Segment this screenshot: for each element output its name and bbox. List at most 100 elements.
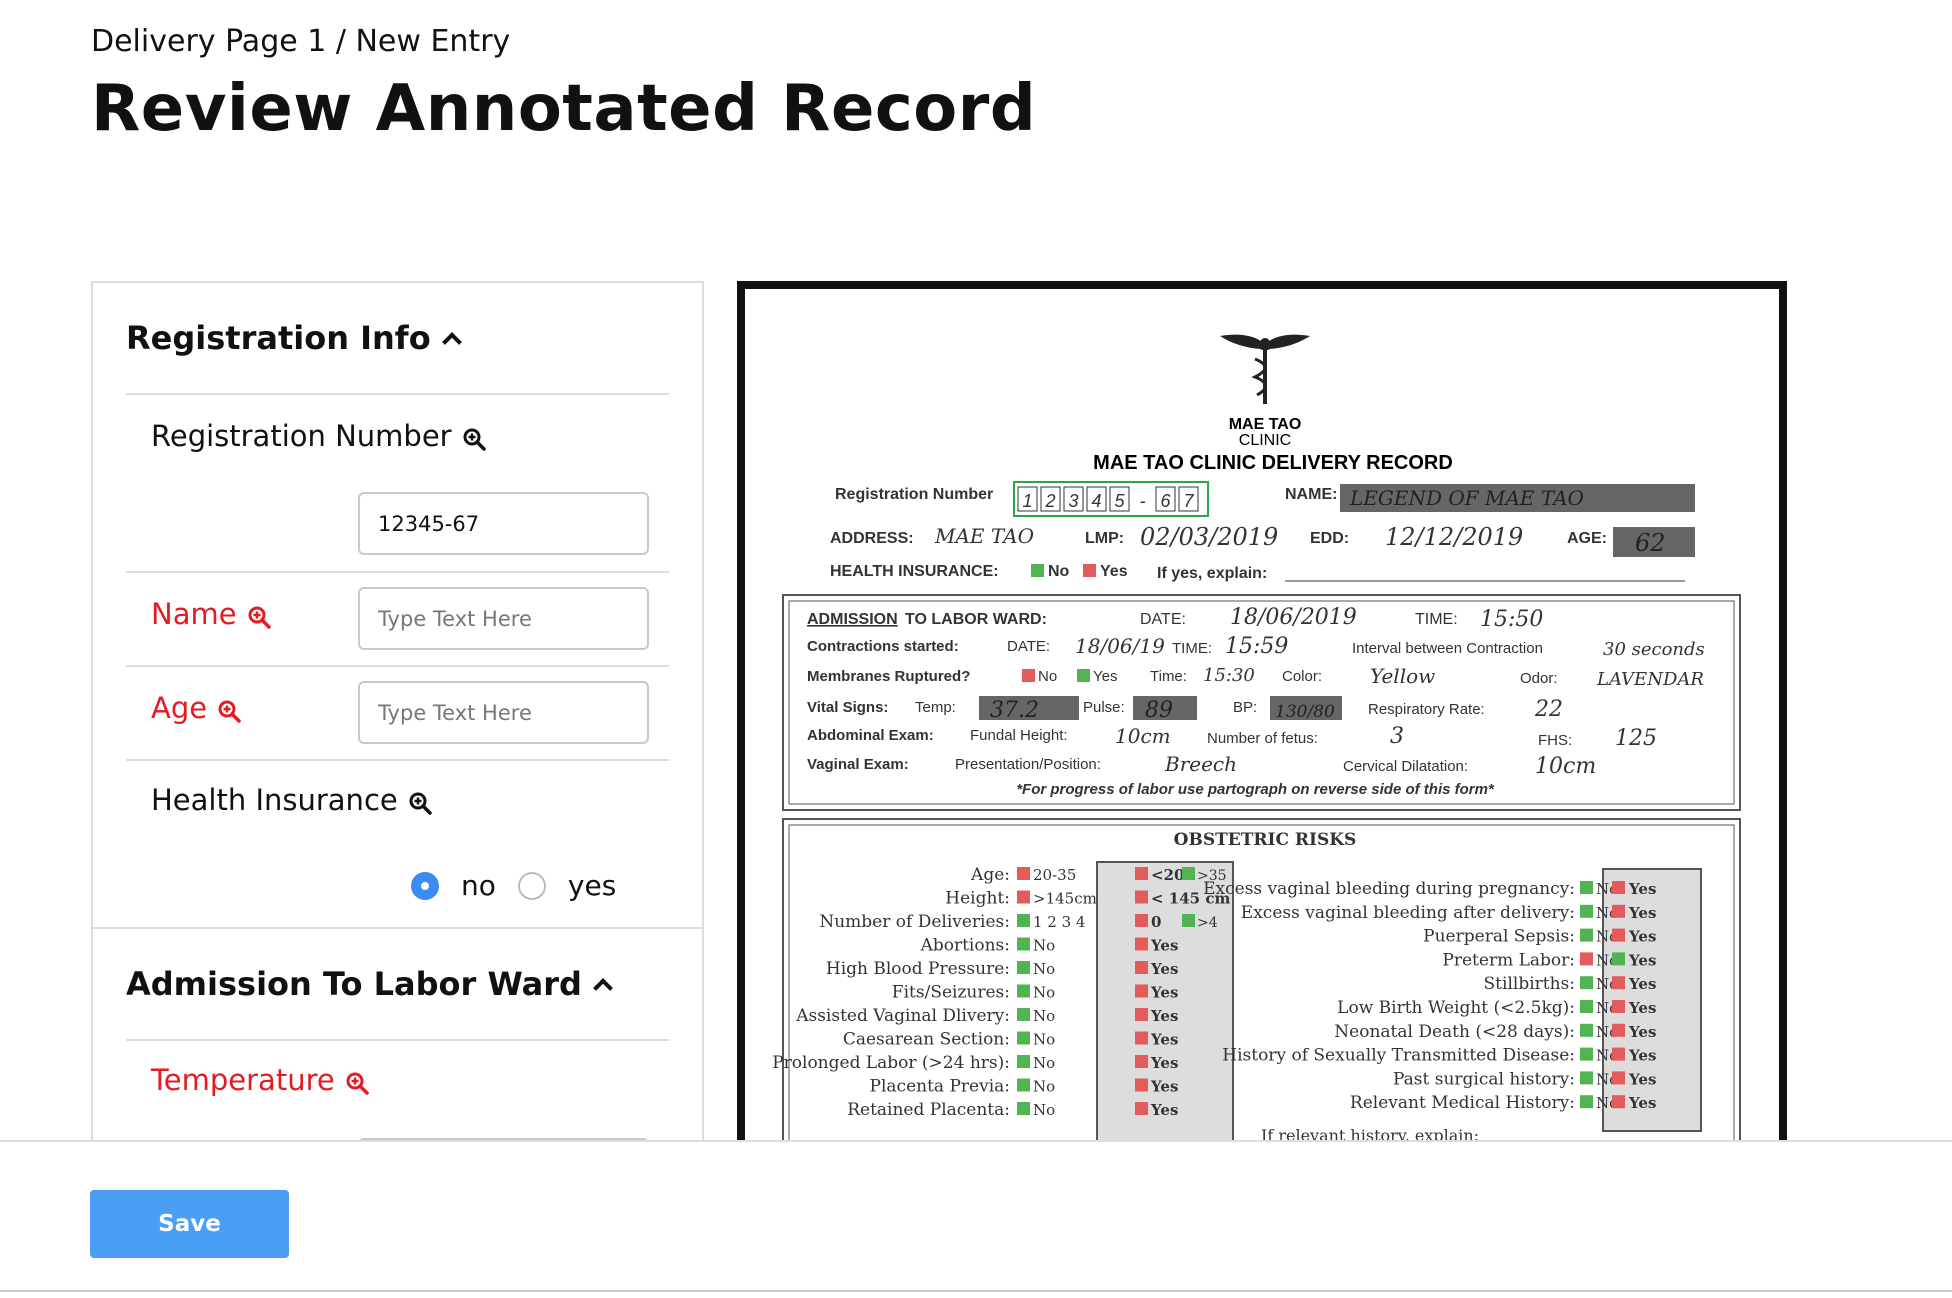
doc-risk-label: History of Sexually Transmitted Disease:	[1222, 1046, 1575, 1066]
zoom-in-icon[interactable]	[408, 788, 432, 815]
field-health-insurance: Health Insurance no yes	[126, 761, 669, 927]
doc-risk-low: No	[1033, 1031, 1055, 1049]
doc-checkbox	[1017, 1078, 1030, 1092]
doc-checkbox	[1017, 1055, 1030, 1068]
chevron-up-icon[interactable]	[441, 332, 462, 352]
doc-risk-label: Past surgical history:	[1393, 1069, 1575, 1089]
doc-name-label: NAME:	[1285, 486, 1337, 503]
doc-interval-label: Interval between Contraction	[1352, 640, 1543, 657]
field-label-text: Health Insurance	[151, 783, 398, 817]
section-header-admission[interactable]: Admission To Labor Ward	[93, 929, 702, 1039]
doc-checkbox	[1580, 1000, 1593, 1013]
doc-risk-high: Yes	[1150, 1031, 1178, 1049]
doc-checkbox	[1135, 1055, 1148, 1068]
registration-number-input[interactable]	[358, 492, 649, 555]
field-label: Health Insurance	[151, 783, 432, 817]
radio-label: yes	[567, 869, 617, 902]
doc-checkbox	[1182, 914, 1195, 927]
bottom-divider	[0, 1290, 1952, 1292]
section-header-registration[interactable]: Registration Info	[93, 283, 702, 393]
doc-checkbox	[1612, 904, 1625, 918]
doc-bp-label: BP:	[1233, 699, 1257, 716]
zoom-in-icon[interactable]	[345, 1068, 369, 1095]
doc-checkbox	[1580, 904, 1593, 918]
doc-risk-high: Yes	[1150, 1007, 1178, 1025]
radio-unselected-icon[interactable]	[517, 871, 546, 900]
radio-no[interactable]: no	[411, 869, 496, 902]
field-label-text: Temperature	[151, 1063, 335, 1097]
doc-risk-label: Excess vaginal bleeding during pregnancy…	[1203, 879, 1575, 899]
doc-risk-high2: >4	[1197, 915, 1218, 931]
doc-adm-title-rest: TO LABOR WARD:	[905, 611, 1047, 628]
doc-risks-title: OBSTETRIC RISKS	[1174, 830, 1357, 850]
doc-checkbox	[1017, 914, 1030, 927]
radio-yes[interactable]: yes	[517, 869, 617, 902]
field-age: Age	[126, 667, 669, 761]
doc-checkbox	[1135, 890, 1148, 904]
doc-checkbox	[1017, 1102, 1030, 1115]
doc-checkbox	[1135, 937, 1148, 951]
doc-checkbox	[1580, 976, 1593, 990]
doc-relevant-explain: If relevant history, explain:	[1261, 1126, 1479, 1141]
doc-fundal-label: Fundal Height:	[970, 727, 1068, 744]
doc-reg-digit: 3	[1068, 491, 1078, 511]
doc-hi-explain: If yes, explain:	[1157, 565, 1267, 582]
name-input[interactable]	[358, 587, 649, 650]
doc-risk-high: Yes	[1150, 937, 1178, 955]
doc-reg-digit: 2	[1044, 491, 1055, 511]
doc-adm-title: ADMISSION	[807, 611, 898, 628]
doc-risk-high: Yes	[1628, 1023, 1656, 1041]
footer-divider	[0, 1140, 1952, 1142]
doc-hi-yes: Yes	[1100, 563, 1128, 580]
zoom-in-icon[interactable]	[217, 696, 241, 723]
doc-resp-label: Respiratory Rate:	[1368, 701, 1485, 718]
radio-selected-icon[interactable]	[411, 871, 439, 900]
doc-checkbox	[1612, 1023, 1625, 1037]
doc-contr-label: Contractions started:	[807, 638, 959, 655]
age-input[interactable]	[358, 681, 649, 744]
doc-checkbox	[1017, 1008, 1030, 1021]
doc-hi-no: No	[1048, 563, 1070, 580]
doc-age-value: 62	[1635, 529, 1666, 557]
doc-risk-high: Yes	[1150, 984, 1178, 1002]
zoom-in-icon[interactable]	[462, 424, 486, 451]
save-button[interactable]: Save	[90, 1190, 289, 1258]
doc-risk-label: Fits/Seizures:	[892, 983, 1010, 1003]
doc-date-label: DATE:	[1140, 611, 1186, 628]
doc-risk-label: Abortions:	[920, 936, 1010, 956]
doc-fetus-label: Number of fetus:	[1207, 730, 1318, 747]
doc-age-label: AGE:	[1567, 530, 1607, 547]
doc-pulse-value: 89	[1145, 698, 1173, 723]
doc-risk-low: No	[1033, 937, 1055, 955]
doc-reg-digit: -	[1140, 491, 1146, 511]
field-label-text: Registration Number	[151, 419, 452, 453]
doc-risk-label: Preterm Labor:	[1442, 950, 1575, 970]
doc-risk-label: Excess vaginal bleeding after delivery:	[1241, 903, 1575, 923]
doc-risk-high: Yes	[1628, 975, 1656, 993]
doc-checkbox	[1612, 881, 1625, 894]
doc-reg-digit: 4	[1091, 491, 1101, 511]
doc-risk-high: 0	[1151, 913, 1161, 931]
doc-checkbox	[1612, 1071, 1625, 1085]
zoom-in-icon[interactable]	[247, 602, 271, 629]
doc-mem-time: 15:30	[1203, 665, 1255, 686]
doc-risk-high: Yes	[1628, 1094, 1656, 1112]
doc-checkbox	[1135, 1031, 1148, 1045]
doc-risk-high: Yes	[1150, 1078, 1178, 1096]
form-panel[interactable]: Registration Info Registration Number Na…	[91, 281, 704, 1141]
doc-checkbox	[1580, 881, 1593, 894]
doc-edd-label: EDD:	[1310, 530, 1349, 547]
doc-risk-label: Age:	[970, 865, 1010, 885]
field-label-text: Age	[151, 691, 208, 725]
doc-checkbox	[1612, 928, 1625, 942]
doc-risk-label: Relevant Medical History:	[1350, 1093, 1575, 1113]
doc-fundal-value: 10cm	[1115, 724, 1171, 748]
doc-checkbox	[1135, 867, 1148, 880]
doc-odor-label: Odor:	[1520, 670, 1558, 687]
doc-checkbox	[1135, 1078, 1148, 1092]
doc-pres-label: Presentation/Position:	[955, 756, 1101, 773]
doc-contr-time: 15:59	[1225, 634, 1288, 659]
chevron-up-icon[interactable]	[592, 978, 613, 998]
field-label: Name	[151, 597, 271, 631]
doc-date-value: 18/06/2019	[1230, 605, 1357, 630]
